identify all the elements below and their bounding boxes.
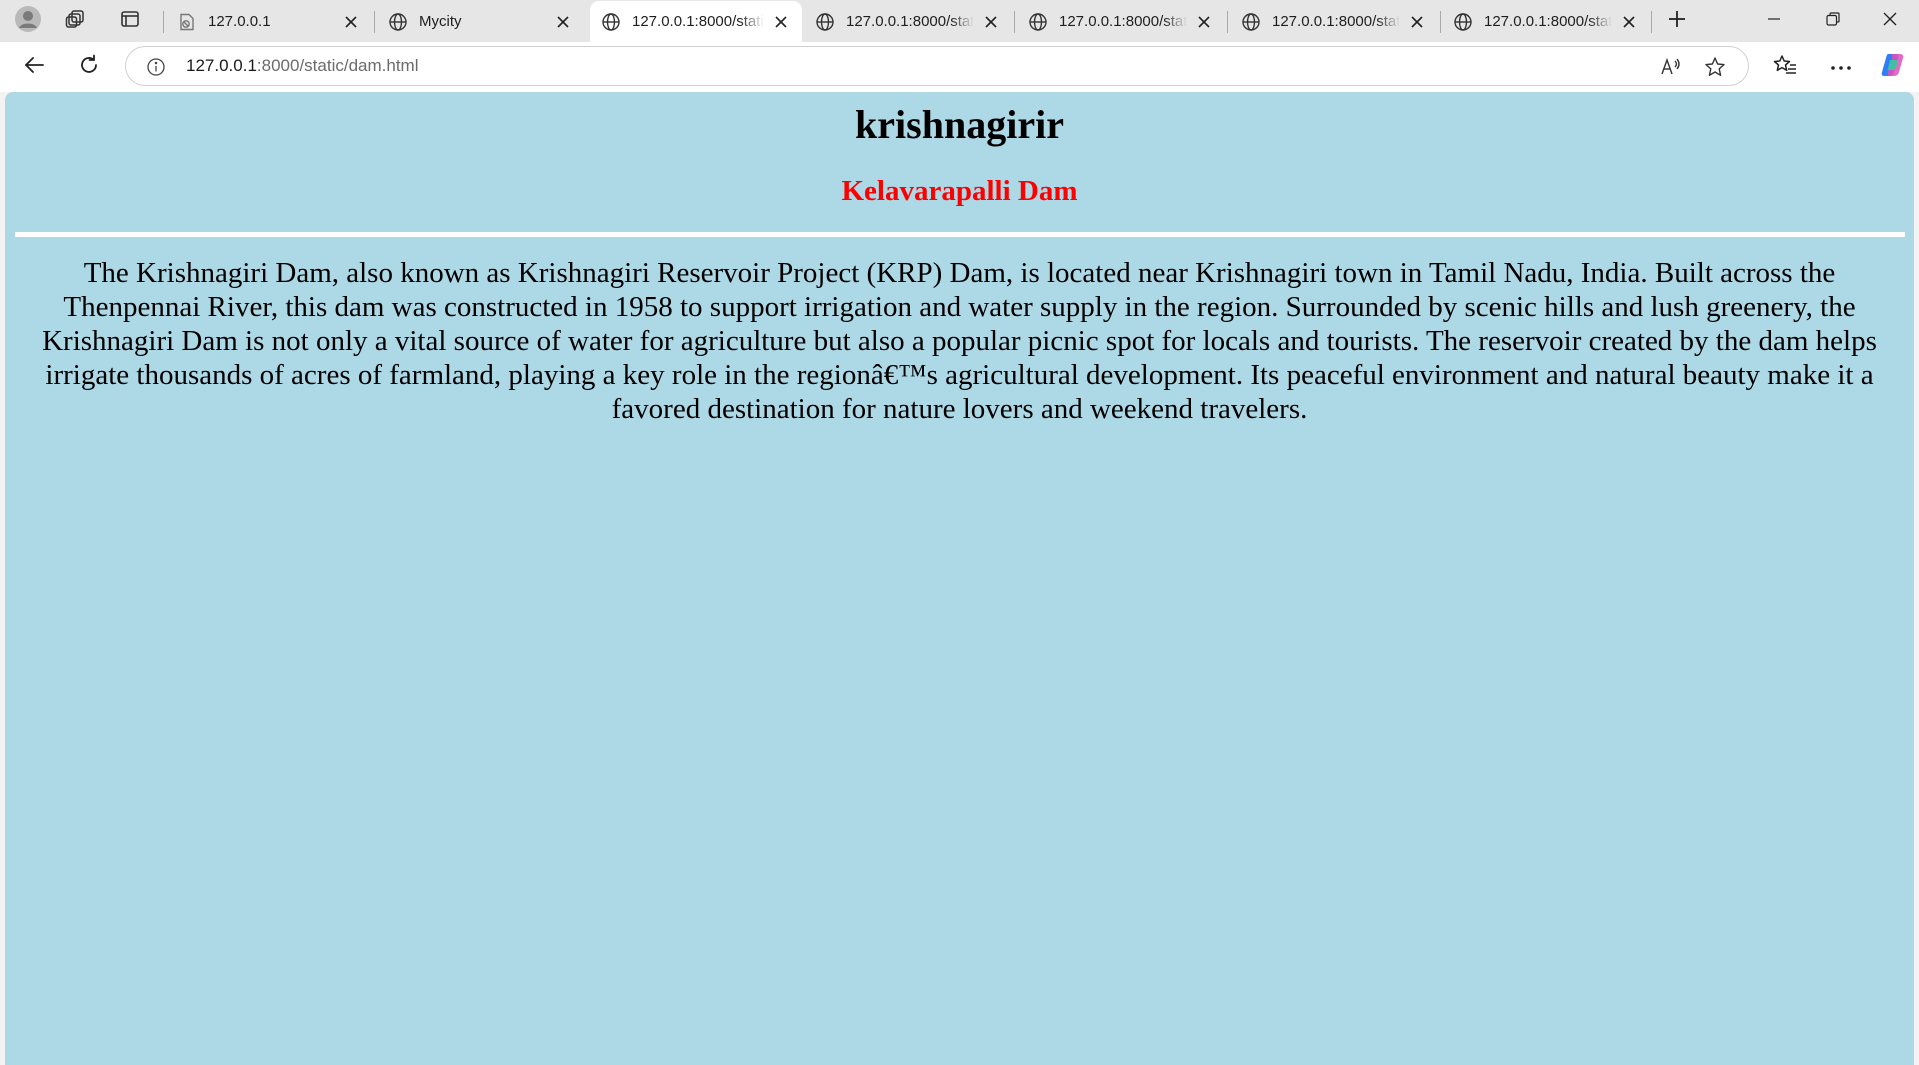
tab-1-close-icon[interactable] [340,11,362,33]
tab-7-title: 127.0.0.1:8000/static [1484,13,1612,30]
refresh-button[interactable] [69,47,109,87]
globe-icon [1452,11,1474,33]
minimize-icon [1768,12,1780,30]
tab-6[interactable]: 127.0.0.1:8000/static [1230,1,1438,42]
restore-icon [1826,11,1840,31]
tab-4-close-icon[interactable] [980,11,1002,33]
tab-6-title: 127.0.0.1:8000/static [1272,13,1400,30]
page-subtitle: Kelavarapalli Dam [841,175,1078,207]
tab-2-title: Mycity [419,13,462,30]
page-viewport: krishnagirir Kelavarapalli Dam The Krish… [5,92,1914,1065]
tab-separator [163,11,164,33]
tab-2[interactable]: Mycity [377,1,584,42]
globe-icon [600,11,622,33]
info-icon[interactable] [144,55,168,79]
tab-separator [1014,11,1015,33]
globe-icon [814,11,836,33]
tab-separator [1227,11,1228,33]
copilot-button[interactable] [1873,47,1913,87]
tab-actions-button[interactable] [110,4,150,38]
tab-3-close-icon[interactable] [770,11,792,33]
tab-3-title: 127.0.0.1:8000/static/dam.html [632,13,764,30]
favorites-list-icon [1773,54,1797,81]
back-button[interactable] [14,47,54,87]
tab-5-close-icon[interactable] [1193,11,1215,33]
tab-2-close-icon[interactable] [552,11,574,33]
url-path: :8000/static/dam.html [256,56,419,75]
settings-more-button[interactable] [1821,47,1861,87]
copilot-icon [1879,51,1907,84]
tab-7-close-icon[interactable] [1618,11,1640,33]
close-window-button[interactable] [1861,0,1919,42]
tab-separator [374,11,375,33]
tab-5[interactable]: 127.0.0.1:8000/static [1017,1,1225,42]
tab-5-title: 127.0.0.1:8000/static [1059,13,1187,30]
tab-3-active[interactable]: 127.0.0.1:8000/static/dam.html [590,1,802,42]
description-paragraph: The Krishnagiri Dam, also known as Krish… [42,257,1877,425]
page-error-icon [176,11,198,33]
globe-icon [1240,11,1262,33]
workspaces-icon [65,8,87,35]
tab-1-title: 127.0.0.1 [208,13,271,30]
plus-icon [1667,9,1687,34]
address-bar[interactable]: 127.0.0.1:8000/static/dam.html [125,46,1749,86]
url-host: 127.0.0.1 [186,56,257,75]
arrow-left-icon [23,54,45,81]
restore-button[interactable] [1804,0,1862,42]
tab-separator [1651,11,1652,33]
tab-4[interactable]: 127.0.0.1:8000/static [804,1,1012,42]
globe-icon [1027,11,1049,33]
new-tab-button[interactable] [1657,4,1697,38]
globe-icon [387,11,409,33]
tab-4-title: 127.0.0.1:8000/static [846,13,974,30]
favorite-star-icon[interactable] [1700,52,1730,82]
tab-1[interactable]: 127.0.0.1 [166,1,372,42]
favorites-button[interactable] [1765,47,1805,87]
browser-toolbar: 127.0.0.1:8000/static/dam.html [0,42,1919,92]
tab-7[interactable]: 127.0.0.1:8000/static [1442,1,1650,42]
url-text[interactable]: 127.0.0.1:8000/static/dam.html [186,47,418,85]
minimize-button[interactable] [1745,0,1803,42]
tab-strip: 127.0.0.1 Mycity 127.0.0.1:8000/static/d… [0,0,1919,42]
horizontal-rule [15,232,1905,237]
tab-6-close-icon[interactable] [1406,11,1428,33]
refresh-icon [78,54,100,81]
profile-button[interactable] [8,4,48,38]
page-title: krishnagirir [855,102,1064,147]
workspaces-button[interactable] [56,4,96,38]
vertical-tabs-icon [120,9,140,34]
profile-avatar-icon [14,5,42,38]
tab-separator [1440,11,1441,33]
more-options-icon [1830,58,1852,76]
read-aloud-icon[interactable] [1656,52,1686,82]
close-icon [1883,12,1897,31]
